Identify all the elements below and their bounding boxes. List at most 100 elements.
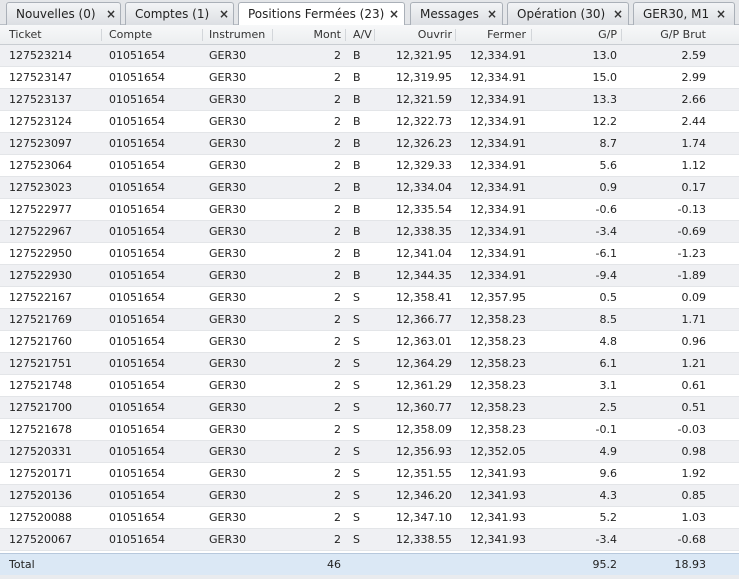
cell-montant: 2 [334,93,341,106]
table-row[interactable]: 127521700 01051654 GER30 2 S 12,360.77 12,358.… [0,397,739,419]
cell-instrument: GER30 [209,159,247,172]
cell-montant: 2 [334,203,341,216]
column-header-ticket[interactable]: Ticket [9,25,101,45]
column-divider[interactable] [621,29,622,41]
column-header-achat-vente[interactable]: A/V [353,25,373,45]
cell-compte: 01051654 [109,269,165,282]
table-row[interactable]: 127523124 01051654 GER30 2 B 12,322.73 12,334.… [0,111,739,133]
column-divider[interactable] [374,29,375,41]
table-row[interactable]: 127523137 01051654 GER30 2 B 12,321.59 12,334.… [0,89,739,111]
cell-ouvrir: 12,366.77 [396,313,452,326]
cell-ouvrir: 12,351.55 [396,467,452,480]
table-row[interactable]: 127520067 01051654 GER30 2 S 12,338.55 12,341.… [0,529,739,551]
column-header-montant[interactable]: Mont [274,25,341,45]
table-row[interactable]: 127522167 01051654 GER30 2 S 12,358.41 12,357.… [0,287,739,309]
tab-ger30-m1[interactable]: GER30, M1 × [633,2,735,25]
cell-gp: 4.9 [599,445,618,458]
cell-gp-brut: -0.68 [677,533,706,546]
cell-instrument: GER30 [209,269,247,282]
cell-gp-brut: 2.99 [681,71,707,84]
close-icon[interactable]: × [219,3,229,25]
tab-nouvelles[interactable]: Nouvelles (0) × [6,2,121,25]
column-header-ouvrir[interactable]: Ouvrir [376,25,452,45]
cell-compte: 01051654 [109,159,165,172]
table-row[interactable]: 127520136 01051654 GER30 2 S 12,346.20 12,341.… [0,485,739,507]
table-row[interactable]: 127523064 01051654 GER30 2 B 12,329.33 12,334.… [0,155,739,177]
table-row[interactable]: 127521751 01051654 GER30 2 S 12,364.29 12,358.… [0,353,739,375]
positions-table-body: 127523214 01051654 GER30 2 B 12,321.95 12,334.… [0,45,739,551]
cell-montant: 2 [334,423,341,436]
tab-messages[interactable]: Messages × [410,2,503,25]
tab-label: Comptes (1) [135,7,210,21]
cell-gp-brut: 1.21 [681,357,707,370]
table-row[interactable]: 127522950 01051654 GER30 2 B 12,341.04 12,334.… [0,243,739,265]
cell-gp: 4.3 [599,489,618,502]
cell-achat-vente: B [353,181,361,194]
cell-ticket: 127520088 [9,511,72,524]
cell-compte: 01051654 [109,181,165,194]
column-header-instrument[interactable]: Instrumen [209,25,271,45]
table-row[interactable]: 127523214 01051654 GER30 2 B 12,321.95 12,334.… [0,45,739,67]
tab-operation[interactable]: Opération (30) × [507,2,629,25]
cell-gp-brut: 0.51 [681,401,707,414]
cell-montant: 2 [334,269,341,282]
close-icon[interactable]: × [106,3,116,25]
table-row[interactable]: 127521678 01051654 GER30 2 S 12,358.09 12,358.… [0,419,739,441]
close-icon[interactable]: × [716,3,726,25]
cell-instrument: GER30 [209,401,247,414]
cell-achat-vente: S [353,291,360,304]
table-row[interactable]: 127521769 01051654 GER30 2 S 12,366.77 12,358.… [0,309,739,331]
cell-gp-brut: -0.03 [677,423,706,436]
cell-gp: 8.7 [599,137,618,150]
cell-gp: -0.1 [595,423,617,436]
table-row[interactable]: 127522930 01051654 GER30 2 B 12,344.35 12,334.… [0,265,739,287]
column-header-compte[interactable]: Compte [109,25,204,45]
close-icon[interactable]: × [389,3,399,25]
cell-ticket: 127520067 [9,533,72,546]
cell-achat-vente: B [353,71,361,84]
table-row[interactable]: 127523097 01051654 GER30 2 B 12,326.23 12,334.… [0,133,739,155]
cell-fermer: 12,334.91 [470,269,526,282]
table-row[interactable]: 127520331 01051654 GER30 2 S 12,356.93 12,352.… [0,441,739,463]
cell-ouvrir: 12,321.59 [396,93,452,106]
cell-fermer: 12,334.91 [470,225,526,238]
cell-achat-vente: B [353,159,361,172]
close-icon[interactable]: × [613,3,623,25]
table-row[interactable]: 127523147 01051654 GER30 2 B 12,319.95 12,334.… [0,67,739,89]
cell-ouvrir: 12,322.73 [396,115,452,128]
cell-compte: 01051654 [109,533,165,546]
cell-instrument: GER30 [209,357,247,370]
table-row[interactable]: 127522967 01051654 GER30 2 B 12,338.35 12,334.… [0,221,739,243]
cell-ouvrir: 12,344.35 [396,269,452,282]
table-row[interactable]: 127521748 01051654 GER30 2 S 12,361.29 12,358.… [0,375,739,397]
cell-fermer: 12,357.95 [470,291,526,304]
close-icon[interactable]: × [487,3,497,25]
column-divider[interactable] [345,29,346,41]
table-row[interactable]: 127520171 01051654 GER30 2 S 12,351.55 12,341.… [0,463,739,485]
tab-label: Positions Fermées (23) [248,7,385,21]
cell-ticket: 127522950 [9,247,72,260]
cell-gp-brut: 1.03 [681,511,707,524]
column-divider[interactable] [202,29,203,41]
table-row[interactable]: 127523023 01051654 GER30 2 B 12,334.04 12,334.… [0,177,739,199]
tab-comptes[interactable]: Comptes (1) × [125,2,234,25]
column-header-fermer[interactable]: Fermer [456,25,526,45]
table-row[interactable]: 127521760 01051654 GER30 2 S 12,363.01 12,358.… [0,331,739,353]
column-divider[interactable] [531,29,532,41]
cell-ouvrir: 12,338.55 [396,533,452,546]
total-gp: 95.2 [592,558,618,571]
cell-gp-brut: -0.13 [677,203,706,216]
table-row[interactable]: 127522977 01051654 GER30 2 B 12,335.54 12,334.… [0,199,739,221]
column-divider[interactable] [272,29,273,41]
cell-ticket: 127521760 [9,335,72,348]
cell-fermer: 12,334.91 [470,159,526,172]
column-divider[interactable] [101,29,102,41]
tab-positions-fermees[interactable]: Positions Fermées (23) × [238,2,405,26]
cell-ticket: 127523064 [9,159,72,172]
column-header-gp[interactable]: G/P [540,25,617,45]
cell-instrument: GER30 [209,225,247,238]
column-header-gp-brut[interactable]: G/P Brut [625,25,706,45]
table-row[interactable]: 127520088 01051654 GER30 2 S 12,347.10 12,341.… [0,507,739,529]
cell-compte: 01051654 [109,247,165,260]
cell-fermer: 12,358.23 [470,357,526,370]
